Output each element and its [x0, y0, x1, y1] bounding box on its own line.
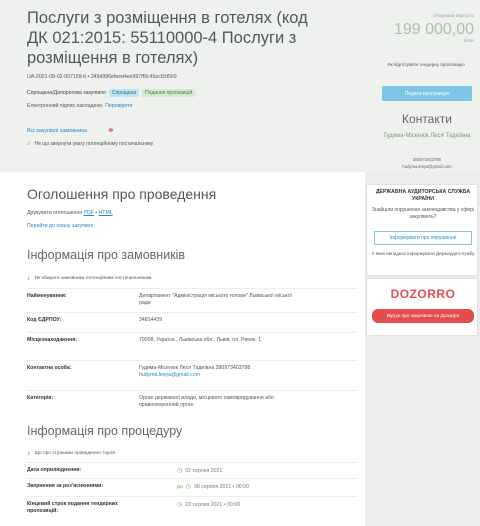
date-prefix: до	[177, 483, 183, 490]
row-label: Звернення за роз'ясненнями:	[27, 483, 104, 489]
customer-section-title: Інформація про замовників	[27, 248, 186, 262]
how-to-bid-text: Як підготувати тендерну пропозицію	[387, 62, 465, 67]
row-label: Код ЄДРПОУ:	[27, 317, 62, 323]
dozorro-review-button[interactable]: Відгук про закупівлю на Дозорро	[372, 309, 474, 323]
procedure-row-clarifications: Звернення за роз'ясненнями: до ◷ 06 серп…	[27, 478, 357, 494]
procedure-row-published: Дата оприлюднення: ◷ 02 серпня 2021	[27, 462, 357, 476]
contact-email: hudyma.lesya@gmail.com	[402, 164, 452, 169]
row-value: 34814439	[139, 317, 163, 323]
tender-title: Послуги з розміщення в готелях (код ДК 0…	[27, 9, 308, 67]
row-value: Орган державної влади, місцевого самовря…	[139, 395, 274, 408]
contact-name: Гудима-Місенюк Леся Тадеївна	[383, 133, 471, 139]
main-content: Оголошення про проведення Друкувати огол…	[0, 172, 365, 526]
row-value: ◷ 23 серпня 2021 • 00:00	[177, 501, 240, 509]
price-label: очікувана вартість	[433, 14, 474, 19]
contact-phone: 380973403788	[413, 157, 441, 162]
procedure-note-text[interactable]: Що про строками проведення торгів	[35, 451, 115, 456]
customer-row-location: Місцезнаходження: 79008, Україна , Львів…	[27, 332, 357, 360]
tender-tags: Спрощена/Допорогова закупівля Спрощена П…	[27, 89, 196, 97]
row-label: Кінцевий строк подання тендерних пропози…	[27, 501, 118, 514]
customer-note: ♪ Як обирати замовника потенційним поста…	[27, 275, 151, 282]
binoculars-icon[interactable]: ⚭	[107, 125, 115, 136]
audit-note: У яких випадках інформувати Держаудитслу…	[371, 251, 475, 257]
row-label: Дата оприлюднення:	[27, 467, 82, 473]
dozorro-logo: DOZORRO	[390, 287, 456, 301]
row-label: Категорія:	[27, 395, 54, 401]
announcement-title: Оголошення про проведення	[27, 186, 217, 202]
esign-text: Електронний підпис накладено.	[27, 103, 104, 109]
customer-note-text[interactable]: Як обирати замовника потенційним постача…	[35, 276, 152, 281]
audit-note-text[interactable]: У яких випадках інформувати Держаудитслу…	[371, 251, 474, 256]
dozorro-box: DOZORRO Відгук про закупівлю на Дозорро	[366, 278, 478, 336]
customer-row-edrpou: Код ЄДРПОУ: 34814439	[27, 312, 357, 330]
audit-service-box: ДЕРЖАВНА АУДИТОРСЬКА СЛУЖБА УКРАЇНИ Знай…	[366, 184, 478, 276]
procurement-type: Спрощена/Допорогова закупівля	[27, 90, 106, 96]
tag-simplified: Спрощена	[108, 89, 140, 97]
row-value: до ◷ 06 серпня 2021 • 00:00	[177, 483, 249, 491]
row-value: ◷ 02 серпня 2021	[177, 467, 223, 475]
bell-icon: ♪	[27, 140, 31, 147]
date-value: 23 серпня 2021 • 00:00	[185, 501, 240, 508]
price-currency: UAH	[463, 39, 474, 44]
tag-status: Подання пропозицій	[142, 89, 196, 97]
tender-header: Послуги з розміщення в готелях (код ДК 0…	[0, 0, 480, 172]
row-value: Гудима-Місенюк Леся Тадеївна 38097340378…	[139, 365, 299, 378]
row-value: Департамент "Адміністрація міського голо…	[139, 293, 292, 306]
clock-icon: ◷	[177, 468, 183, 474]
clock-icon: ◷	[177, 502, 183, 508]
procedure-row-deadline: Кінцевий строк подання тендерних пропози…	[27, 496, 357, 516]
esign-verify-link[interactable]: Перевірити	[105, 103, 132, 109]
audit-title: ДЕРЖАВНА АУДИТОРСЬКА СЛУЖБА УКРАЇНИ	[375, 189, 471, 202]
procedure-note: ♪ Що про строками проведення торгів	[27, 450, 115, 457]
procedure-section-title: Інформація про процедуру	[27, 424, 183, 438]
tender-id: UA-2021-08-02-007159-b • 349d996efeed4ee…	[27, 74, 177, 80]
customer-row-category: Категорія: Орган державної влади, місцев…	[27, 390, 357, 416]
row-label: Місцезнаходження:	[27, 337, 77, 343]
contact-person: Гудима-Місенюк Леся Тадеївна 38097340378…	[139, 365, 251, 371]
esign-info: Електронний підпис накладено. Перевірити	[27, 103, 132, 109]
bell-icon: ♪	[27, 450, 31, 457]
print-announcement: Друкувати оголошення PDF • HTML	[27, 210, 113, 216]
notify-text[interactable]: Не що звернути увагу потенційному постач…	[35, 141, 154, 147]
print-label: Друкувати оголошення	[27, 210, 83, 216]
price-block: очікувана вартість 199 000,00 UAH	[370, 14, 474, 44]
price-value: 199 000,00	[393, 21, 474, 38]
customer-row-contact: Контактна особа: Гудима-Місенюк Леся Тад…	[27, 360, 357, 390]
row-label: Найменування:	[27, 293, 67, 299]
print-html-link[interactable]: HTML	[99, 210, 113, 216]
notify-note: ♪ Не що звернути увагу потенційному пост…	[27, 140, 153, 147]
how-to-bid-link[interactable]: Як підготувати тендерну пропозицію	[380, 62, 472, 68]
plan-link[interactable]: Перейти до плану закупівлі	[27, 223, 93, 229]
print-pdf-link[interactable]: PDF	[83, 210, 93, 216]
all-purchases: Всі закупівлі замовника ⚭	[27, 125, 115, 136]
clock-icon: ◷	[185, 484, 192, 490]
all-purchases-link[interactable]: Всі закупівлі замовника	[27, 128, 87, 134]
submit-offer-button[interactable]: Подати пропозицію	[382, 86, 472, 101]
row-value: 79008, Україна , Львівська обл., Львів, …	[139, 337, 262, 343]
date-value: 06 серпня 2021 • 00:00	[194, 483, 249, 490]
audit-text: Знайшли порушення законодавства у сфері …	[371, 207, 475, 220]
contacts-title: Контакти	[402, 112, 452, 126]
date-value: 02 серпня 2021	[185, 467, 223, 474]
report-violation-button[interactable]: Інформувати про порушення	[374, 231, 472, 245]
customer-row-name: Найменування: Департамент "Адміністрація…	[27, 288, 357, 310]
row-label: Контактна особа:	[27, 365, 72, 371]
contact-email-link[interactable]: hudyma.lesya@gmail.com	[139, 372, 200, 378]
bell-icon: ♪	[27, 275, 31, 282]
